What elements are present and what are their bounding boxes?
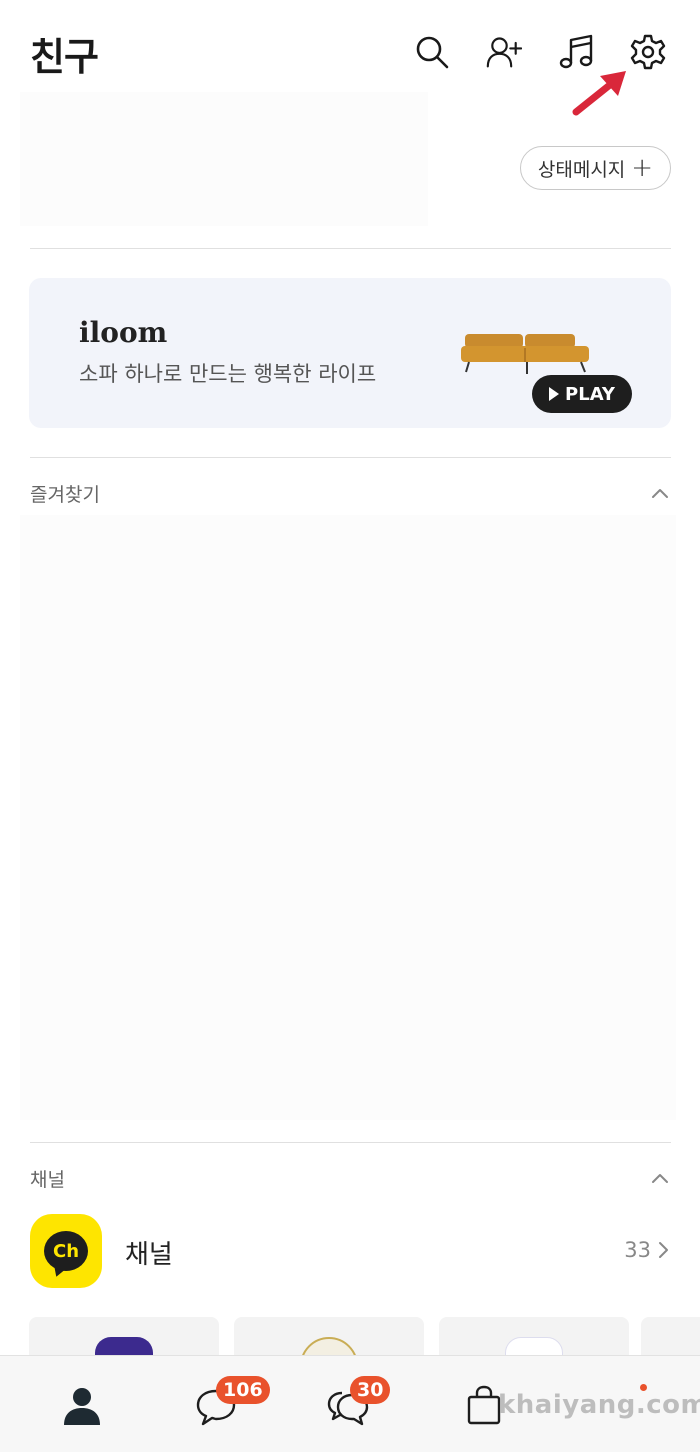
divider <box>30 248 671 249</box>
search-button[interactable] <box>412 30 452 74</box>
favorites-label: 즐겨찾기 <box>30 483 100 506</box>
divider <box>30 457 671 458</box>
channel-card[interactable] <box>29 1317 219 1357</box>
chats-badge: 106 <box>216 1376 270 1404</box>
channel-count-value: 33 <box>624 1238 651 1262</box>
play-icon <box>549 387 560 401</box>
add-friend-button[interactable] <box>484 30 524 74</box>
status-message-button[interactable]: 상태메시지 + <box>520 146 671 190</box>
more-notification-dot <box>640 1384 647 1391</box>
divider <box>30 1142 671 1143</box>
settings-button[interactable] <box>628 30 668 74</box>
channel-bubble: Ch <box>44 1231 88 1271</box>
channel-card[interactable] <box>439 1317 629 1357</box>
banner-brand: iloom <box>79 316 168 349</box>
channel-count: 33 <box>624 1238 671 1262</box>
bottom-tab-bar: 106 30 khaiyang.com <box>0 1355 700 1452</box>
channel-card[interactable] <box>641 1317 700 1357</box>
channel-card-thumb <box>505 1337 563 1357</box>
channel-card[interactable] <box>234 1317 424 1357</box>
plus-icon: + <box>631 153 654 183</box>
banner-copy: 소파 하나로 만드는 행복한 라이프 <box>79 362 377 386</box>
chevron-right-icon <box>659 1242 668 1258</box>
channel-card-thumb <box>300 1337 358 1357</box>
sofa-image-icon <box>461 334 589 374</box>
channel-row[interactable]: Ch 채널 33 <box>30 1214 671 1288</box>
channel-section-label: 채널 <box>30 1168 65 1191</box>
channel-cards <box>29 1317 700 1357</box>
my-profile-blurred[interactable] <box>20 92 428 226</box>
openchat-badge: 30 <box>350 1376 391 1404</box>
channel-logo-icon: Ch <box>30 1214 102 1288</box>
watermark-text: khaiyang.com <box>498 1390 700 1420</box>
tab-friends[interactable] <box>52 1378 112 1432</box>
annotation-arrow-icon <box>572 71 626 116</box>
chevron-up-icon[interactable] <box>649 482 671 504</box>
play-label: PLAY <box>565 383 615 405</box>
play-button[interactable]: PLAY <box>532 375 632 413</box>
favorites-list-blurred <box>20 515 676 1120</box>
channel-section-header[interactable]: 채널 <box>30 1163 671 1193</box>
page-title: 친구 <box>30 35 99 79</box>
ad-banner[interactable]: iloom 소파 하나로 만드는 행복한 라이프 PLAY <box>29 278 671 428</box>
status-message-label: 상태메시지 <box>537 158 626 181</box>
channel-name: 채널 <box>125 1240 173 1270</box>
person-icon <box>64 1388 100 1425</box>
favorites-section-header[interactable]: 즐겨찾기 <box>30 478 671 508</box>
music-icon <box>559 34 593 69</box>
channel-card-thumb <box>95 1337 153 1357</box>
add-friend-icon <box>486 37 522 68</box>
search-icon <box>416 36 449 69</box>
settings-icon <box>630 34 666 70</box>
chevron-up-icon[interactable] <box>649 1167 671 1189</box>
